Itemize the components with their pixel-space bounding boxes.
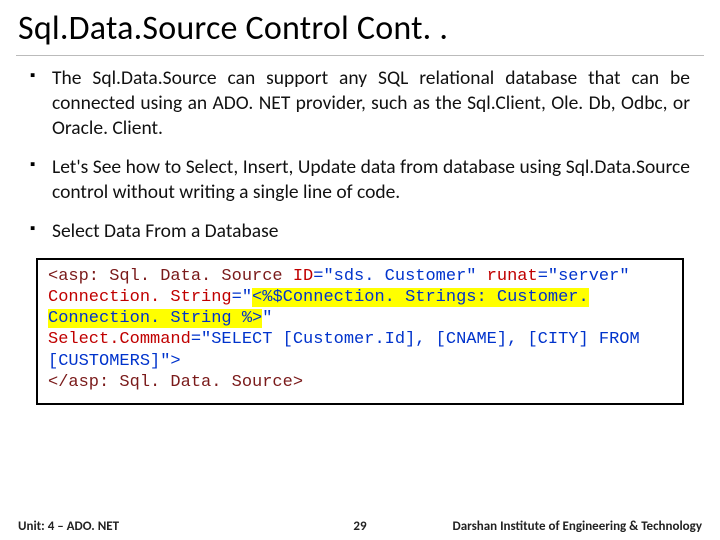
bullet-list: The Sql.Data.Source can support any SQL …: [30, 66, 690, 244]
slide: Sql.Data.Source Control Cont. . The Sql.…: [0, 0, 720, 540]
code-val-runat: ="server": [538, 267, 630, 286]
code-close-tag: </asp: Sql. Data. Source>: [48, 373, 303, 392]
code-attr-runat: runat: [487, 267, 538, 286]
code-attr-id: ID: [293, 267, 313, 286]
code-val-conn-post: ": [262, 309, 272, 328]
footer-page-number: 29: [353, 519, 366, 534]
slide-footer: Unit: 4 – ADO. NET 29 Darshan Institute …: [0, 519, 720, 534]
footer-right: Darshan Institute of Engineering & Techn…: [453, 519, 703, 534]
code-attr-conn: Connection. String: [48, 288, 232, 307]
bullet-item: The Sql.Data.Source can support any SQL …: [30, 66, 690, 141]
code-open-tag: <asp: Sql. Data. Source: [48, 267, 293, 286]
code-attr-sel: Select.Command: [48, 330, 191, 349]
code-val-id: ="sds. Customer": [313, 267, 486, 286]
slide-title: Sql.Data.Source Control Cont. .: [0, 0, 720, 55]
bullet-item: Let's See how to Select, Insert, Update …: [30, 155, 690, 205]
code-block: <asp: Sql. Data. Source ID="sds. Custome…: [36, 258, 684, 406]
title-divider: [16, 55, 704, 56]
footer-left: Unit: 4 – ADO. NET: [18, 519, 119, 534]
code-val-conn-pre: =": [232, 288, 252, 307]
bullet-item: Select Data From a Database: [30, 219, 690, 244]
slide-body: The Sql.Data.Source can support any SQL …: [0, 66, 720, 405]
